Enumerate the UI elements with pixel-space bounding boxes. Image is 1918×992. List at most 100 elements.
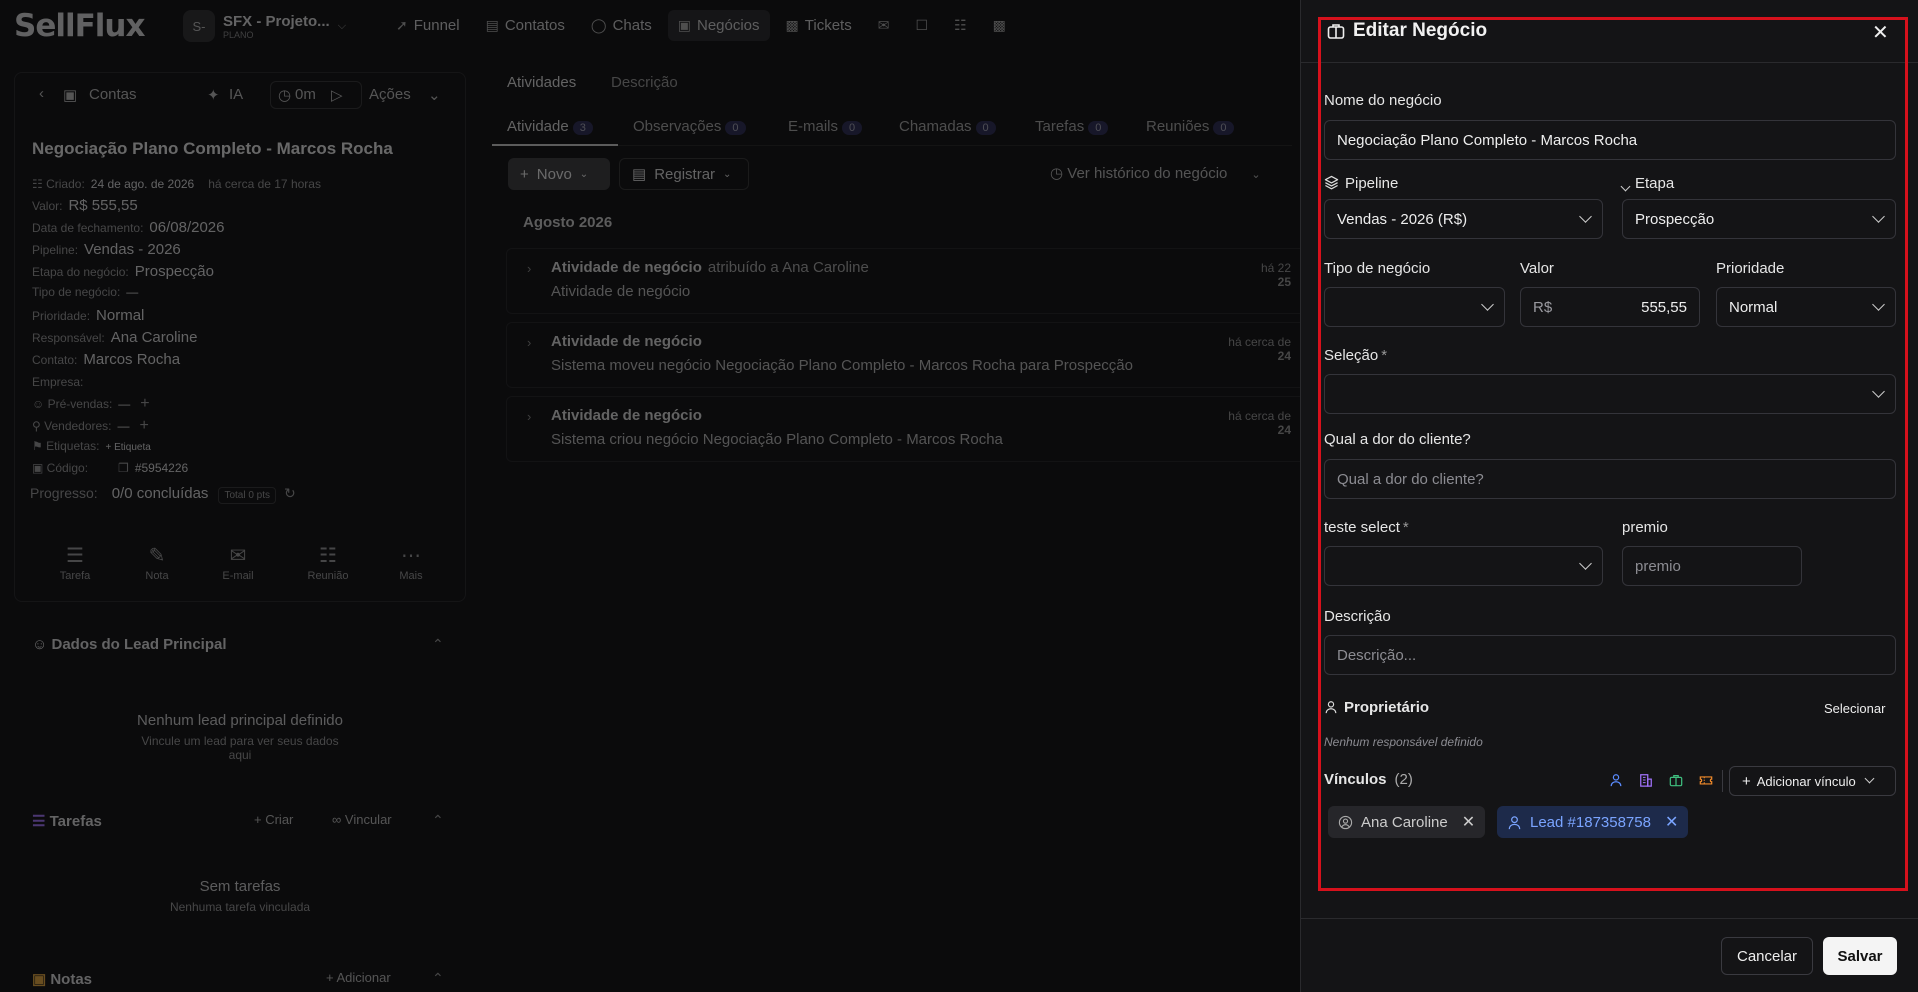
nav-chats[interactable]: ◯ Chats [581, 10, 662, 41]
history-button[interactable]: ◷ Ver histórico do negócio ⌄ [1050, 164, 1261, 182]
play-icon[interactable]: ▷ [331, 86, 343, 104]
activity-item[interactable]: › Atividade de negócio atribuído a Ana Ca… [506, 248, 1306, 314]
tab-reunioes[interactable]: Reuniões 0 [1146, 118, 1234, 135]
activity-item[interactable]: › Atividade de negócio Sistema moveu neg… [506, 322, 1306, 388]
project-name: SFX - Projeto... [223, 12, 330, 30]
pain-label: Qual a dor do cliente? [1324, 431, 1471, 448]
user-circle-icon [1338, 815, 1353, 829]
type-select[interactable] [1324, 287, 1505, 327]
add-seller-button[interactable]: + [140, 417, 149, 434]
tab-observacoes[interactable]: Observações 0 [633, 118, 746, 135]
field-owner: Responsável: Ana Caroline [32, 329, 198, 346]
create-task-button[interactable]: + Criar [254, 812, 293, 827]
cancel-button[interactable]: Cancelar [1721, 937, 1813, 975]
link-contact-icon[interactable] [1606, 770, 1626, 790]
tab-tarefas[interactable]: Tarefas 0 [1035, 118, 1109, 135]
timer-value: 0m [295, 86, 316, 103]
code-icon: ▣ [32, 461, 47, 475]
nav-funnel[interactable]: ➚ Funnel [386, 10, 470, 41]
active-tab-indicator [492, 144, 618, 146]
deal-name-input[interactable]: Negociação Plano Completo - Marcos Rocha [1324, 120, 1896, 160]
owner-select-link[interactable]: Selecionar [1824, 701, 1885, 716]
tab-atividade[interactable]: Atividade 3 [507, 118, 593, 135]
chevron-up-icon[interactable]: ⌃ [432, 812, 444, 829]
quick-action-task[interactable]: ☰ Tarefa [45, 543, 105, 582]
quick-action-meeting[interactable]: ☷ Reunião [298, 543, 358, 582]
stage-select[interactable]: Prospecção [1622, 199, 1896, 239]
nav-tickets[interactable]: ▩ Tickets [776, 10, 862, 41]
test-select[interactable] [1324, 546, 1603, 586]
description-input[interactable]: Descrição... [1324, 635, 1896, 675]
nav-negocios[interactable]: ▣ Negócios [667, 10, 770, 41]
link-company-icon[interactable] [1636, 770, 1656, 790]
field-close-date: Data de fechamento: 06/08/2026 [32, 219, 225, 236]
plus-icon: + [1742, 772, 1751, 790]
pipeline-select[interactable]: Vendas - 2026 (R$) [1324, 199, 1603, 239]
nav-reports[interactable]: ▩ [983, 10, 1016, 41]
tasks-section-title: ☰ Tarefas [32, 813, 102, 830]
chevron-down-icon [1620, 177, 1631, 194]
nav-calendar[interactable]: ☷ [944, 10, 977, 41]
nav-contatos[interactable]: ▤ Contatos [476, 10, 575, 41]
link-deal-icon[interactable] [1666, 770, 1686, 790]
tab-emails[interactable]: E-mails 0 [788, 118, 863, 135]
type-label: Tipo de negócio [1324, 260, 1431, 277]
priority-select[interactable]: Normal [1716, 287, 1896, 327]
notes-section-title: ▣ Notas [32, 971, 93, 988]
link-chip-user: Ana Caroline ✕ [1328, 806, 1486, 838]
link-task-button[interactable]: ∞ Vincular [332, 812, 392, 827]
remove-link-icon[interactable]: ✕ [1665, 812, 1678, 832]
register-button[interactable]: ▤ Registrar ⌄ [619, 158, 749, 190]
refresh-icon[interactable]: ↻ [284, 485, 296, 501]
add-tag-button[interactable]: + Etiqueta [105, 442, 150, 453]
chat-icon: ◯ [590, 17, 607, 33]
briefcase-icon: ▣ [677, 17, 691, 33]
project-plan: PLANO [223, 29, 254, 40]
tab-descricao[interactable]: Descrição [611, 74, 678, 91]
save-button[interactable]: Salvar [1823, 937, 1897, 975]
activity-item[interactable]: › Atividade de negócio Sistema criou neg… [506, 396, 1306, 462]
ia-button[interactable]: IA [229, 86, 243, 103]
plus-icon: + [520, 165, 529, 183]
selection-select[interactable] [1324, 374, 1896, 414]
ticket-icon: ▩ [785, 17, 799, 33]
quick-action-note[interactable]: ✎ Nota [127, 543, 187, 582]
app-logo[interactable]: SellFlux [14, 8, 145, 44]
quick-action-more[interactable]: ⋯ Mais [381, 543, 441, 582]
remove-link-icon[interactable]: ✕ [1462, 812, 1475, 832]
note-icon: ▣ [32, 971, 51, 988]
back-link[interactable]: Contas [89, 86, 137, 103]
chevron-down-icon: ⌵ [337, 19, 347, 32]
lead-section-title: ☺ Dados do Lead Principal [32, 636, 227, 653]
chevron-up-icon[interactable]: ⌃ [432, 970, 444, 987]
message-icon: ☐ [915, 17, 929, 33]
nav-mail[interactable]: ✉ [868, 10, 900, 41]
tab-atividades[interactable]: Atividades [507, 74, 576, 91]
close-icon[interactable]: ✕ [1872, 20, 1889, 45]
project-switcher[interactable]: S- SFX - Projeto... PLANO ⌵ [183, 10, 346, 42]
chevron-up-icon[interactable]: ⌃ [432, 636, 444, 653]
quick-action-email[interactable]: ✉ E-mail [208, 543, 268, 582]
add-presales-button[interactable]: + [140, 395, 149, 412]
link-ticket-icon[interactable] [1696, 770, 1716, 790]
chevron-left-icon[interactable]: ‹ [39, 85, 44, 102]
priority-label: Prioridade [1716, 260, 1785, 277]
name-label: Nome do negócio [1324, 92, 1442, 109]
nav-messages[interactable]: ☐ [905, 10, 938, 41]
actions-button[interactable]: Ações [369, 86, 411, 103]
add-link-button[interactable]: + Adicionar vínculo [1729, 766, 1896, 796]
copy-icon[interactable]: ❐ [118, 461, 129, 475]
tab-chamadas[interactable]: Chamadas 0 [899, 118, 996, 135]
value-input[interactable]: R$ 555,55 [1520, 287, 1700, 327]
chevron-down-icon: ⌄ [1251, 169, 1261, 181]
add-note-button[interactable]: + Adicionar [326, 970, 391, 985]
new-button[interactable]: + Novo ⌄ [508, 158, 610, 190]
field-company: Empresa: [32, 375, 84, 389]
deal-summary-card: ‹ ▣ Contas ✦ IA ◷ 0m ▷ Ações ⌄ Negociaçã… [14, 72, 466, 602]
pain-input[interactable]: Qual a dor do cliente? [1324, 459, 1896, 499]
chart-icon: ▩ [992, 17, 1006, 33]
prize-input[interactable]: premio [1622, 546, 1802, 586]
drawer-footer: Cancelar Salvar [1301, 918, 1918, 992]
month-heading: Agosto 2026 [523, 214, 613, 231]
cart-icon: ⚲ [32, 419, 45, 433]
